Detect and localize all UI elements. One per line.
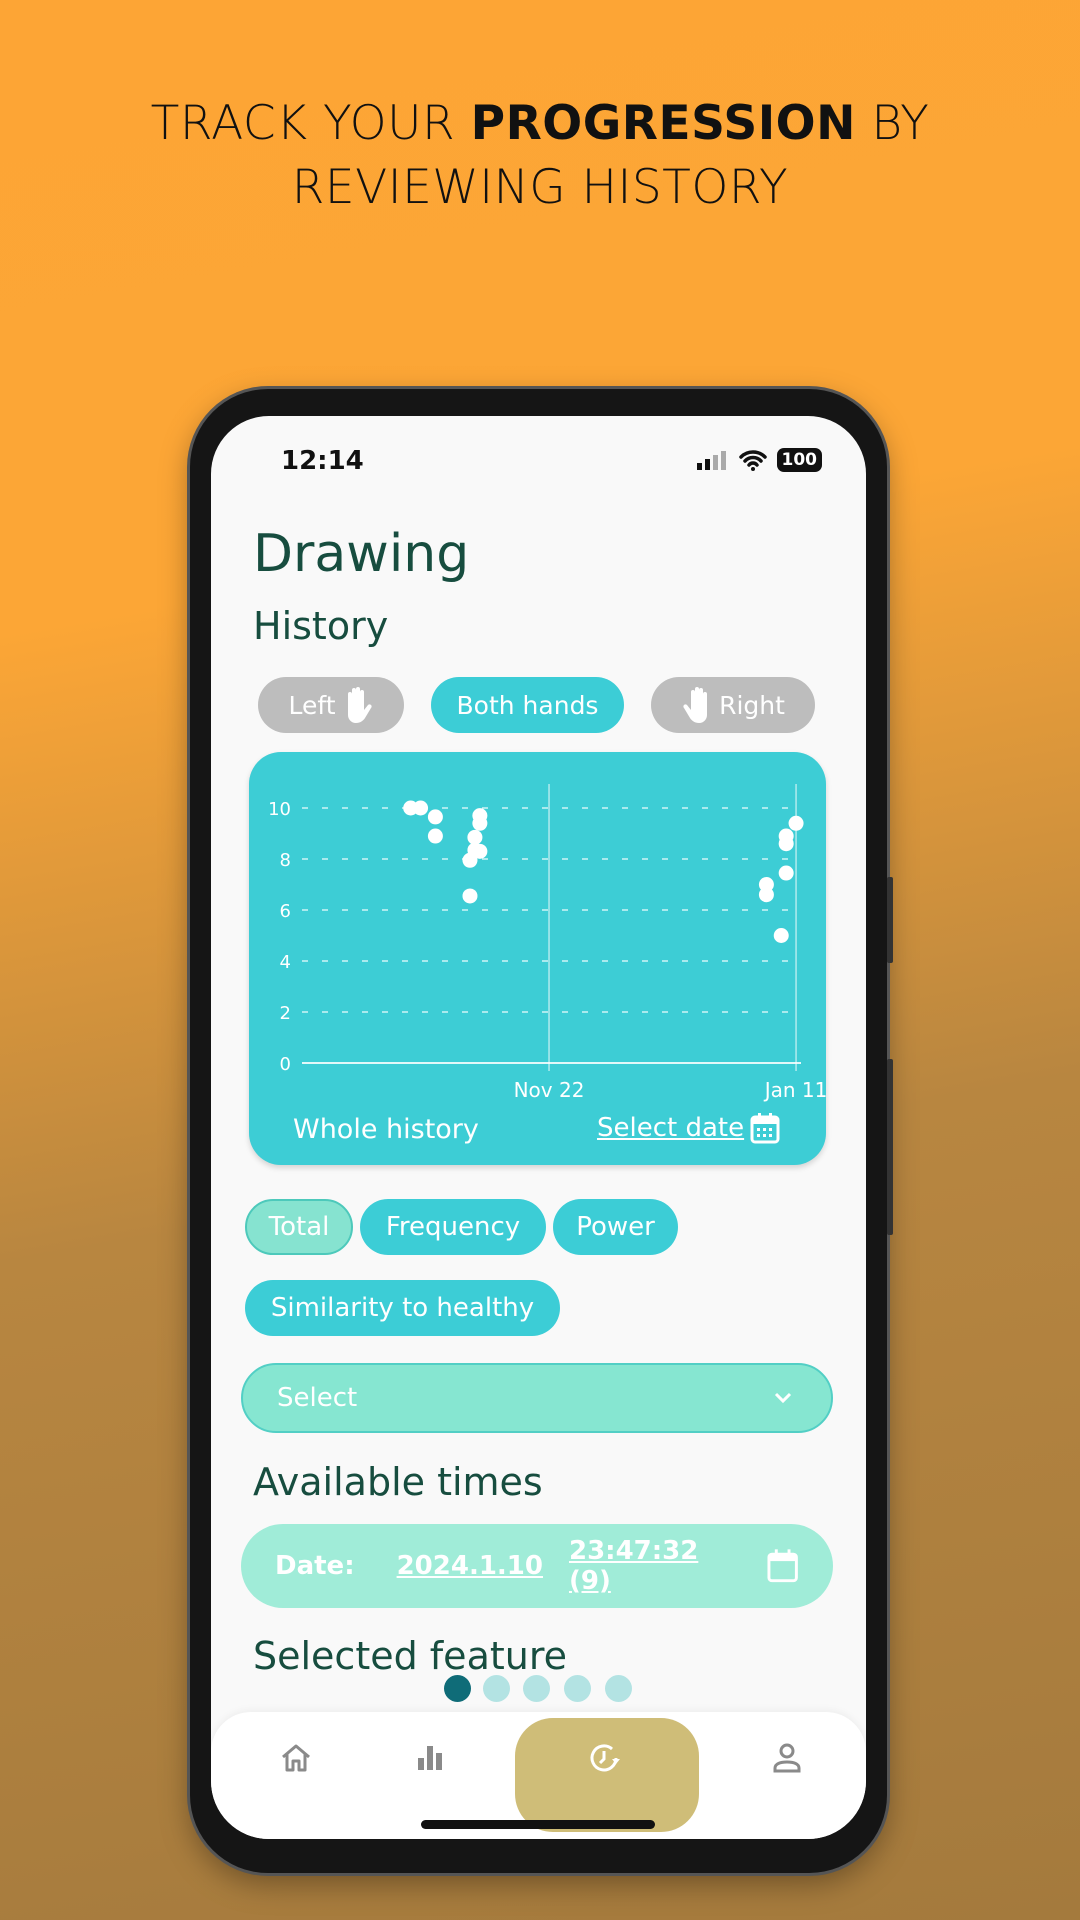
- data-point: [758, 887, 774, 903]
- headline-bold: PROGRESSION: [470, 96, 856, 151]
- data-point: [472, 815, 488, 831]
- data-point: [472, 843, 488, 859]
- y-tick-label: 2: [280, 1003, 291, 1024]
- toggle-left[interactable]: Left: [258, 677, 404, 733]
- whole-history-label[interactable]: Whole history: [293, 1114, 479, 1145]
- toggle-label: Left: [288, 690, 336, 720]
- y-tick-label: 10: [268, 799, 291, 820]
- pager-dot[interactable]: [523, 1675, 550, 1702]
- data-point: [778, 865, 794, 881]
- status-icons: 100: [696, 448, 822, 472]
- history-chart-card: 0 2 4 6 8 10 Nov 22 Jan 11 Whole history Select…: [249, 752, 826, 1165]
- y-tick-label: 4: [280, 952, 291, 973]
- feature-chip-frequency[interactable]: Frequency: [360, 1199, 546, 1255]
- data-point: [462, 888, 478, 904]
- phone-frame: 12:14 100 Drawing History Left Both hand…: [190, 389, 893, 1873]
- data-point: [413, 800, 429, 816]
- stats-icon[interactable]: [410, 1738, 450, 1778]
- y-tick-label: 8: [280, 850, 291, 871]
- data-point: [773, 928, 789, 943]
- status-time: 12:14: [281, 446, 364, 476]
- feature-chip-power[interactable]: Power: [553, 1199, 678, 1255]
- battery-icon: 100: [776, 448, 822, 472]
- history-icon[interactable]: [585, 1738, 625, 1778]
- profile-icon[interactable]: [767, 1738, 807, 1778]
- feature-dropdown[interactable]: Select: [241, 1363, 833, 1433]
- x-tick-label: Jan 11: [763, 1078, 826, 1102]
- date-link[interactable]: 2024.1.10: [397, 1551, 543, 1581]
- dropdown-value: Select: [277, 1383, 358, 1413]
- feature-chip-similarity[interactable]: Similarity to healthy: [245, 1280, 560, 1336]
- toggle-both-hands[interactable]: Both hands: [431, 677, 624, 733]
- right-hand-icon: [683, 687, 708, 723]
- home-indicator[interactable]: [421, 1820, 655, 1829]
- time-link[interactable]: 23:47:32 (9): [569, 1536, 746, 1596]
- calendar-icon: [750, 1113, 780, 1144]
- headline: TRACK YOUR PROGRESSION BY REVIEWING HIST…: [0, 92, 1080, 220]
- calendar-icon[interactable]: [766, 1548, 799, 1584]
- feature-chip-total[interactable]: Total: [245, 1199, 353, 1255]
- volume-button: [887, 877, 893, 963]
- page-subtitle: History: [253, 604, 389, 648]
- x-tick-label: Nov 22: [514, 1078, 585, 1102]
- toggle-label: Right: [719, 690, 785, 720]
- select-date-label: Select date: [597, 1113, 745, 1143]
- headline-text: BY: [855, 96, 930, 151]
- left-hand-icon: [347, 687, 372, 723]
- y-tick-label: 0: [280, 1054, 291, 1075]
- select-date-button[interactable]: Select date: [597, 1112, 780, 1144]
- screen: 12:14 100 Drawing History Left Both hand…: [211, 416, 866, 1839]
- pager-dot-active[interactable]: [444, 1675, 471, 1702]
- page-title: Drawing: [253, 524, 470, 584]
- pager-dot[interactable]: [605, 1675, 632, 1702]
- headline-text: TRACK YOUR: [150, 96, 471, 151]
- toggle-right[interactable]: Right: [651, 677, 815, 733]
- pager-dot[interactable]: [564, 1675, 591, 1702]
- data-point: [778, 836, 794, 852]
- data-point: [788, 815, 804, 831]
- power-button: [887, 1059, 893, 1235]
- home-icon[interactable]: [276, 1738, 316, 1778]
- headline-line2: REVIEWING HISTORY: [291, 160, 789, 215]
- history-chart[interactable]: 0 2 4 6 8 10 Nov 22 Jan 11: [249, 752, 826, 1112]
- available-times-heading: Available times: [253, 1460, 543, 1504]
- available-time-bar: Date: 2024.1.10 23:47:32 (9): [241, 1524, 833, 1608]
- wifi-icon: [738, 450, 767, 471]
- chevron-down-icon: [774, 1392, 792, 1404]
- selected-feature-heading: Selected feature: [253, 1634, 568, 1678]
- toggle-label: Both hands: [456, 690, 599, 720]
- data-point: [427, 828, 443, 844]
- data-point: [427, 809, 443, 825]
- date-label: Date:: [275, 1551, 355, 1581]
- y-tick-label: 6: [280, 901, 291, 922]
- pager-dot[interactable]: [483, 1675, 510, 1702]
- signal-icon: [696, 451, 726, 470]
- bottom-nav: [211, 1712, 866, 1839]
